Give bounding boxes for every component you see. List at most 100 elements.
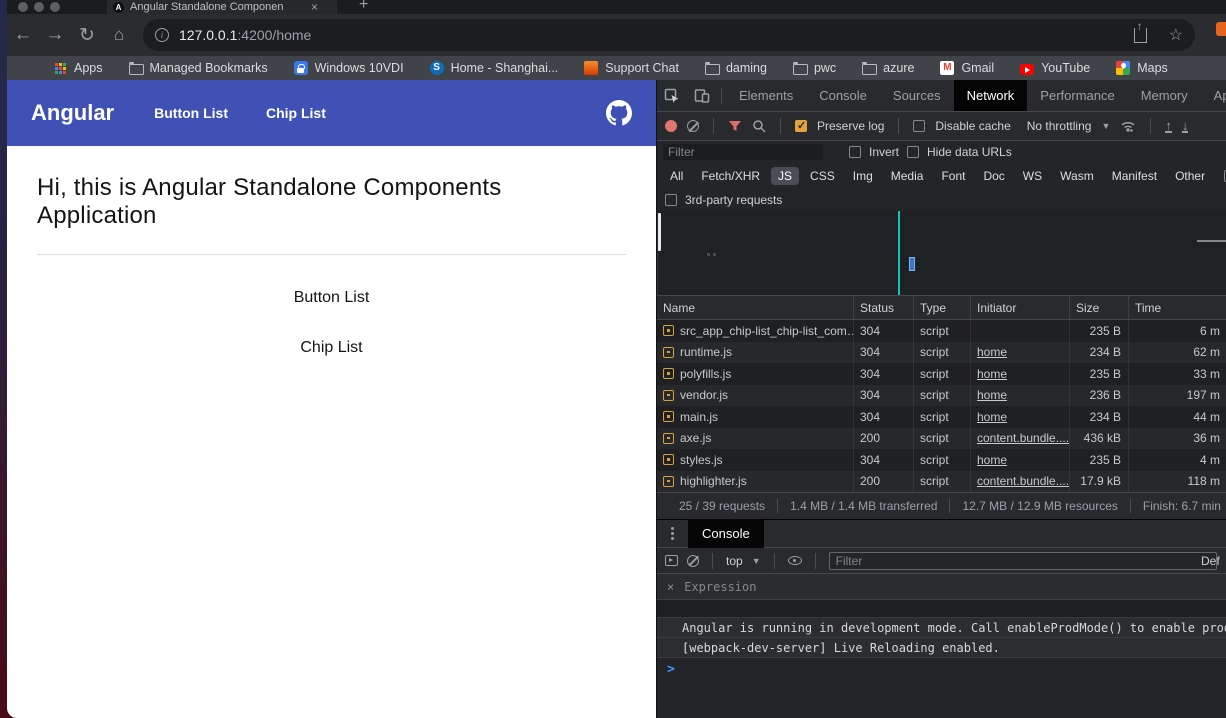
browser-tab[interactable]: A Angular Standalone Componen × [107,0,337,14]
bookmark-item[interactable]: Windows 10VDI [294,61,404,75]
type-filter[interactable]: WS [1016,167,1049,185]
initiator-link[interactable]: home [977,345,1007,359]
table-row[interactable]: styles.js 304 script home 235 B 4 m [657,449,1226,471]
table-row[interactable]: runtime.js 304 script home 234 B 62 m [657,342,1226,364]
app-body-link[interactable]: Chip List [37,339,626,357]
table-row[interactable]: axe.js 200 script content.bundle.... 436… [657,428,1226,450]
clear-console-icon[interactable] [687,555,699,567]
home-button[interactable]: ⌂ [103,25,135,45]
table-row[interactable]: main.js 304 script home 234 B 44 m [657,406,1226,428]
close-icon[interactable]: × [667,580,674,594]
type-filter[interactable]: Doc [976,167,1011,185]
back-button[interactable]: ← [7,24,39,46]
initiator-link[interactable]: content.bundle.... [977,474,1069,488]
kebab-menu-icon[interactable] [671,532,674,535]
live-expression-row[interactable]: × Expression [657,574,1226,600]
console-message[interactable]: Angular is running in development mode. … [657,618,1226,638]
table-row[interactable]: highlighter.js 200 script content.bundle… [657,471,1226,493]
devtools-tab[interactable]: Elements [726,80,806,112]
github-icon[interactable] [606,100,632,126]
app-nav-link[interactable]: Button List [154,105,228,121]
bookmark-item[interactable]: pwc [793,61,836,75]
maximize-window-button[interactable] [50,2,60,12]
type-filter[interactable]: Img [846,167,880,185]
reload-button[interactable]: ↻ [71,24,103,47]
initiator-link[interactable]: home [977,367,1007,381]
type-filter[interactable]: JS [771,167,799,185]
tab-close-icon[interactable]: × [311,0,318,14]
search-icon[interactable] [752,119,766,133]
export-har-icon[interactable]: ↓ [1182,120,1189,133]
type-filter[interactable]: Fetch/XHR [694,167,767,185]
disable-cache-checkbox[interactable] [913,120,925,132]
console-message[interactable]: [webpack-dev-server] Live Reloading enab… [657,638,1226,658]
table-row[interactable]: polyfills.js 304 script home 235 B 33 m [657,363,1226,385]
bookmark-item[interactable]: Managed Bookmarks [129,61,268,75]
console-sidebar-toggle-icon[interactable] [665,555,678,566]
column-header[interactable]: Status [854,296,914,319]
clear-network-log-icon[interactable] [687,120,699,132]
record-network-log-icon[interactable] [665,120,677,132]
type-filter[interactable]: All [663,167,690,185]
network-filter-input[interactable]: Filter [663,144,823,160]
table-row[interactable]: src_app_chip-list_chip-list_com… 304 scr… [657,320,1226,342]
third-party-checkbox[interactable] [665,194,677,206]
bookmark-item[interactable]: Support Chat [584,61,679,75]
type-filter[interactable]: Wasm [1053,167,1101,185]
type-filter[interactable]: CSS [803,167,842,185]
devtools-tab[interactable]: Console [806,80,880,112]
forward-button[interactable]: → [39,24,71,46]
bookmark-item[interactable]: azure [862,61,914,75]
devtools-tab[interactable]: Performance [1027,80,1127,112]
bookmark-star-icon[interactable]: ☆ [1169,25,1183,45]
device-toolbar-icon[interactable] [687,88,717,104]
devtools-tab[interactable]: Application [1201,80,1226,112]
type-filter[interactable]: Media [884,167,931,185]
console-levels-select[interactable]: Def [1201,554,1226,568]
initiator-link[interactable]: home [977,410,1007,424]
filter-funnel-icon[interactable] [728,120,742,133]
bookmark-item[interactable]: daming [705,61,767,75]
bookmark-item[interactable]: Apps [53,61,103,75]
hide-data-urls-checkbox[interactable] [907,146,919,158]
initiator-link[interactable]: content.bundle.... [977,431,1069,445]
app-body-link[interactable]: Button List [37,289,626,307]
devtools-tab[interactable]: Sources [880,80,954,112]
minimize-window-button[interactable] [34,2,44,12]
network-conditions-icon[interactable] [1120,119,1136,133]
url-text[interactable]: 127.0.0.1:4200/home [179,27,311,43]
console-context-select[interactable]: top [726,554,743,568]
share-icon[interactable] [1134,28,1147,43]
devtools-tab[interactable]: Network [954,80,1028,112]
close-window-button[interactable] [18,2,28,12]
column-header[interactable]: Type [914,296,971,319]
bookmark-item[interactable]: Home - Shanghai... [430,61,559,75]
import-har-icon[interactable]: ↑ [1165,120,1172,133]
drawer-tab-console[interactable]: Console [688,519,764,548]
console-filter-input[interactable]: Filter [829,552,1217,570]
new-tab-button[interactable]: + [359,0,368,14]
inspect-element-icon[interactable] [657,88,687,104]
type-filter[interactable]: Font [934,167,972,185]
bookmark-item[interactable]: Maps [1116,61,1168,75]
network-overview-timeline[interactable]: 50000 ms100000 ms150000 ms200000 ms25000… [657,211,1226,296]
type-filter[interactable]: Manifest [1105,167,1164,185]
address-bar[interactable]: i 127.0.0.1:4200/home ☆ [143,19,1195,51]
devtools-tab[interactable]: Memory [1128,80,1201,112]
bookmark-item[interactable]: YouTube [1020,61,1090,75]
extension-icon[interactable] [1216,22,1226,36]
column-header[interactable]: Size [1070,296,1129,319]
column-header[interactable]: Time [1129,296,1226,319]
timeline-selection-handle[interactable] [658,213,661,251]
bookmark-item[interactable]: Gmail [940,61,994,75]
app-nav-link[interactable]: Chip List [266,105,326,121]
column-header[interactable]: Name [657,296,854,319]
type-filter[interactable]: Other [1168,167,1212,185]
table-row[interactable]: vendor.js 304 script home 236 B 197 m [657,385,1226,407]
initiator-link[interactable]: home [977,388,1007,402]
preserve-log-checkbox[interactable] [795,120,807,132]
app-brand[interactable]: Angular [31,100,114,126]
live-expression-eye-icon[interactable] [788,556,802,565]
console-prompt[interactable]: > [657,658,1226,677]
throttling-select[interactable]: No throttling [1027,119,1092,133]
